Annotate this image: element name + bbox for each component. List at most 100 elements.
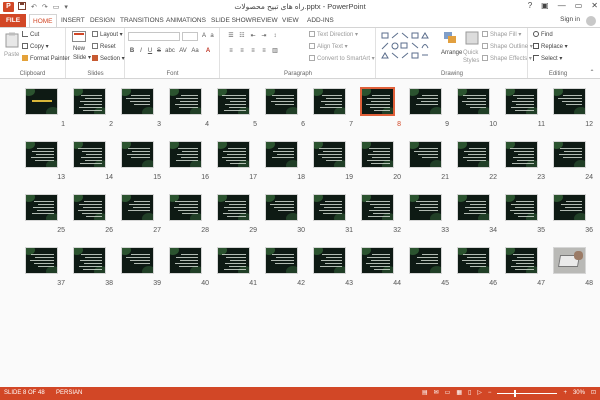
bold-button[interactable]: B	[128, 48, 136, 55]
comments-icon[interactable]: ✉	[434, 387, 439, 400]
find-button[interactable]: Find	[533, 31, 553, 38]
slide-thumbnail[interactable]	[74, 142, 105, 167]
slide-thumbnail[interactable]	[506, 248, 537, 273]
quick-styles-icon[interactable]	[465, 31, 479, 45]
arrange-icon[interactable]	[443, 31, 457, 45]
align-left-icon[interactable]: ≡	[227, 48, 235, 55]
slide-thumbnail[interactable]	[170, 89, 201, 114]
language-indicator[interactable]: PERSIAN	[56, 387, 82, 400]
slide-thumbnail[interactable]	[74, 89, 105, 114]
font-size-input[interactable]	[182, 32, 198, 41]
align-text-button[interactable]: Align Text ▾	[309, 43, 348, 50]
shape-effects-button[interactable]: Shape Effects ▾	[482, 55, 532, 62]
numbering-icon[interactable]: ☷	[238, 33, 246, 40]
slide-thumbnail[interactable]	[506, 89, 537, 114]
shape-outline-button[interactable]: Shape Outline ▾	[482, 43, 533, 50]
slide-thumbnail[interactable]	[266, 248, 297, 273]
slide-thumbnail[interactable]	[410, 142, 441, 167]
slide-thumbnail[interactable]	[218, 248, 249, 273]
slide-thumbnail[interactable]	[122, 89, 153, 114]
slide-thumbnail[interactable]	[266, 195, 297, 220]
slide-thumbnail[interactable]	[362, 195, 393, 220]
section-button[interactable]: Section ▾	[92, 55, 125, 62]
char-spacing-button[interactable]: AV	[178, 48, 188, 55]
close-button[interactable]: ✕	[591, 1, 598, 10]
slide-thumbnail[interactable]	[266, 89, 297, 114]
new-slide-label[interactable]: New	[73, 46, 85, 52]
justify-icon[interactable]: ≡	[260, 48, 268, 55]
tab-slide-show[interactable]: SLIDE SHOW	[208, 14, 255, 27]
convert-smartart-button[interactable]: Convert to SmartArt ▾	[309, 55, 375, 62]
copy-button[interactable]: Copy ▾	[22, 43, 49, 50]
slide-thumbnail[interactable]	[218, 142, 249, 167]
tab-animations[interactable]: ANIMATIONS	[163, 14, 209, 27]
slide-thumbnail[interactable]	[122, 142, 153, 167]
align-center-icon[interactable]: ≡	[238, 48, 246, 55]
help-button[interactable]: ?	[528, 1, 532, 10]
shadow-button[interactable]: abc	[164, 48, 176, 55]
quick-styles-button[interactable]: Quick	[463, 50, 478, 56]
decrease-indent-icon[interactable]: ⇤	[249, 33, 257, 40]
fit-slide-icon[interactable]: ⊡	[591, 387, 596, 400]
tab-view[interactable]: VIEW	[279, 14, 302, 27]
zoom-slider[interactable]	[497, 390, 558, 397]
slide-thumbnail[interactable]	[410, 195, 441, 220]
shape-fill-button[interactable]: Shape Fill ▾	[482, 31, 521, 38]
slide-thumbnail[interactable]	[506, 142, 537, 167]
select-button[interactable]: Select ▾	[533, 55, 562, 62]
slide-thumbnail[interactable]	[458, 248, 489, 273]
tab-add-ins[interactable]: ADD-INS	[304, 14, 337, 27]
slide-thumbnail[interactable]	[458, 142, 489, 167]
slide-thumbnail[interactable]	[410, 248, 441, 273]
avatar[interactable]	[586, 16, 596, 26]
zoom-level[interactable]: 30%	[573, 387, 585, 400]
slide-thumbnail[interactable]	[26, 248, 57, 273]
slide-thumbnail[interactable]	[506, 195, 537, 220]
slide-sorter-view-icon[interactable]: ▦	[456, 387, 462, 400]
bullets-icon[interactable]: ☰	[227, 33, 235, 40]
new-slide-icon[interactable]	[72, 31, 86, 45]
slide-thumbnail[interactable]	[122, 248, 153, 273]
restore-button[interactable]: ▭	[575, 1, 583, 10]
zoom-slider-knob[interactable]	[514, 390, 517, 397]
slide-thumbnail[interactable]	[362, 248, 393, 273]
slide-thumbnail[interactable]	[170, 195, 201, 220]
font-name-input[interactable]	[128, 32, 180, 41]
notes-icon[interactable]: ▤	[422, 387, 428, 400]
tab-home[interactable]: HOME	[29, 14, 57, 28]
columns-icon[interactable]: ▥	[271, 48, 279, 55]
slide-thumbnail[interactable]	[170, 142, 201, 167]
format-painter-button[interactable]: Format Painter	[22, 55, 70, 62]
slide-thumbnail[interactable]	[314, 142, 345, 167]
quick-styles-label-2[interactable]: Styles	[463, 58, 479, 64]
slide-thumbnail[interactable]	[218, 89, 249, 114]
align-right-icon[interactable]: ≡	[249, 48, 257, 55]
zoom-out-button[interactable]: −	[488, 387, 492, 400]
ribbon-display-icon[interactable]: ▣	[541, 1, 549, 10]
reading-view-icon[interactable]: ▯	[468, 387, 471, 400]
line-spacing-icon[interactable]: ↕	[271, 33, 279, 40]
change-case-button[interactable]: Aa	[190, 48, 200, 55]
slide-thumbnail[interactable]	[362, 142, 393, 167]
slide-thumbnail[interactable]	[458, 195, 489, 220]
slide-thumbnail[interactable]	[554, 142, 585, 167]
shapes-gallery[interactable]	[380, 31, 436, 65]
tab-transitions[interactable]: TRANSITIONS	[117, 14, 167, 27]
normal-view-icon[interactable]: ▭	[445, 387, 451, 400]
minimize-button[interactable]: —	[558, 1, 566, 10]
slide-thumbnail[interactable]	[314, 248, 345, 273]
slide-thumbnail[interactable]	[314, 89, 345, 114]
tab-review[interactable]: REVIEW	[249, 14, 281, 27]
slide-thumbnail[interactable]	[170, 248, 201, 273]
collapse-ribbon-icon[interactable]: ⌃	[588, 70, 596, 77]
slide-thumbnail[interactable]	[74, 195, 105, 220]
paste-button[interactable]: Paste	[4, 52, 19, 58]
increase-font-icon[interactable]: A	[200, 33, 208, 40]
text-direction-button[interactable]: Text Direction ▾	[309, 31, 358, 38]
replace-button[interactable]: Replace ▾	[533, 43, 568, 50]
paste-icon[interactable]	[5, 32, 19, 48]
tab-file[interactable]: FILE	[0, 14, 26, 27]
new-slide-label-2[interactable]: Slide ▾	[73, 54, 91, 61]
slide-thumbnail[interactable]	[122, 195, 153, 220]
layout-button[interactable]: Layout ▾	[92, 31, 123, 38]
